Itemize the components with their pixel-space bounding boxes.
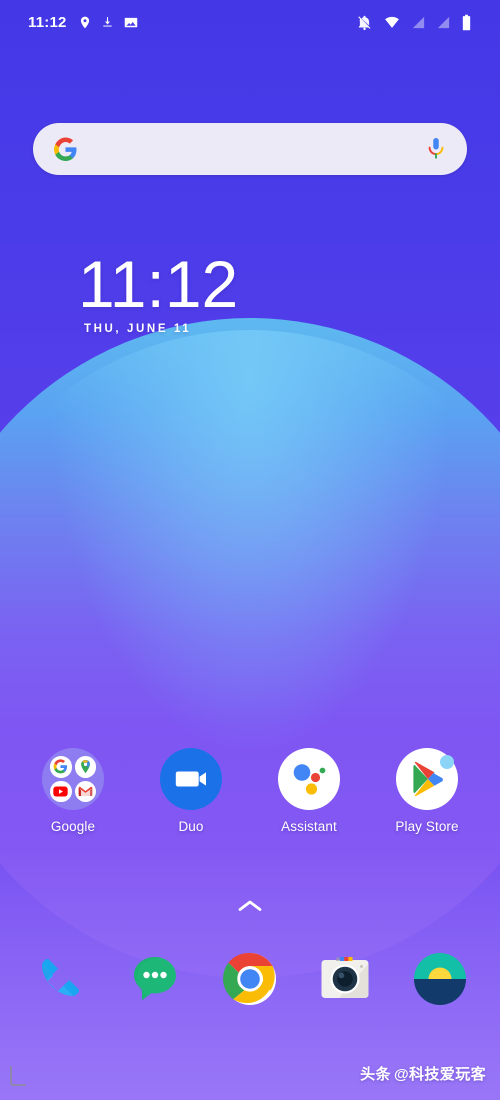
app-label: Duo xyxy=(178,819,204,834)
dock-item-phone[interactable] xyxy=(29,948,91,1015)
google-folder-icon xyxy=(42,748,104,810)
watermark-handle: @科技爱玩客 xyxy=(393,1066,486,1083)
wifi-icon xyxy=(385,16,399,28)
gmail-icon xyxy=(74,780,96,802)
app-drawer-handle[interactable] xyxy=(0,898,500,914)
clock-date: THU, JUNE 11 xyxy=(84,322,192,335)
status-bar[interactable]: 11:12 xyxy=(0,0,500,44)
chevron-up-icon[interactable] xyxy=(237,898,263,914)
signal-sim2-icon xyxy=(437,16,450,28)
app-label: Assistant xyxy=(281,819,337,834)
google-assistant-icon xyxy=(278,748,340,810)
app-icon-play-store[interactable]: Play Store xyxy=(368,748,486,834)
clock-widget[interactable]: 11:12 THU, JUNE 11 xyxy=(0,247,500,335)
google-g-icon xyxy=(54,137,77,161)
play-store-icon xyxy=(396,748,458,810)
dock-item-messages[interactable] xyxy=(124,948,186,1015)
google-search-bar[interactable] xyxy=(33,123,467,175)
search-input[interactable] xyxy=(78,123,425,175)
app-icon-assistant[interactable]: Assistant xyxy=(250,748,368,834)
app-label: Google xyxy=(50,819,96,834)
download-icon xyxy=(102,17,112,27)
screenshot-image-icon xyxy=(124,17,137,27)
messages-icon xyxy=(133,957,176,1001)
app-icon-duo[interactable]: Duo xyxy=(132,748,250,834)
chrome-icon xyxy=(223,952,276,1005)
signal-sim1-icon xyxy=(412,16,425,28)
battery-icon xyxy=(462,14,471,30)
notifications-muted-icon xyxy=(358,15,371,30)
camera-icon xyxy=(321,957,369,998)
status-bar-clock: 11:12 xyxy=(28,13,67,31)
dock-item-gallery[interactable] xyxy=(409,948,471,1015)
watermark-source: 头条 xyxy=(360,1066,391,1083)
status-bar-left: 11:12 xyxy=(28,14,139,31)
google-maps-icon xyxy=(74,756,96,778)
phone-icon xyxy=(41,958,79,996)
status-bar-right xyxy=(356,14,472,31)
watermark: 头条 @科技爱玩客 xyxy=(360,1063,486,1084)
app-grid: Google Duo Assistant Play Store xyxy=(0,748,500,834)
google-g-icon xyxy=(50,756,72,778)
youtube-icon xyxy=(50,780,72,802)
microphone-icon[interactable] xyxy=(425,137,447,161)
dock-item-chrome[interactable] xyxy=(219,948,281,1015)
play-store-badge xyxy=(440,755,454,769)
corner-bracket-decoration xyxy=(10,1066,26,1086)
dock-item-camera[interactable] xyxy=(314,948,376,1015)
location-pin-icon xyxy=(80,16,89,28)
app-icon-google-folder[interactable]: Google xyxy=(14,748,132,834)
duo-video-icon xyxy=(160,748,222,810)
clock-time: 11:12 xyxy=(78,247,239,321)
dock xyxy=(0,948,500,1015)
gallery-sunrise-icon xyxy=(414,953,467,1005)
app-label: Play Store xyxy=(395,819,459,834)
